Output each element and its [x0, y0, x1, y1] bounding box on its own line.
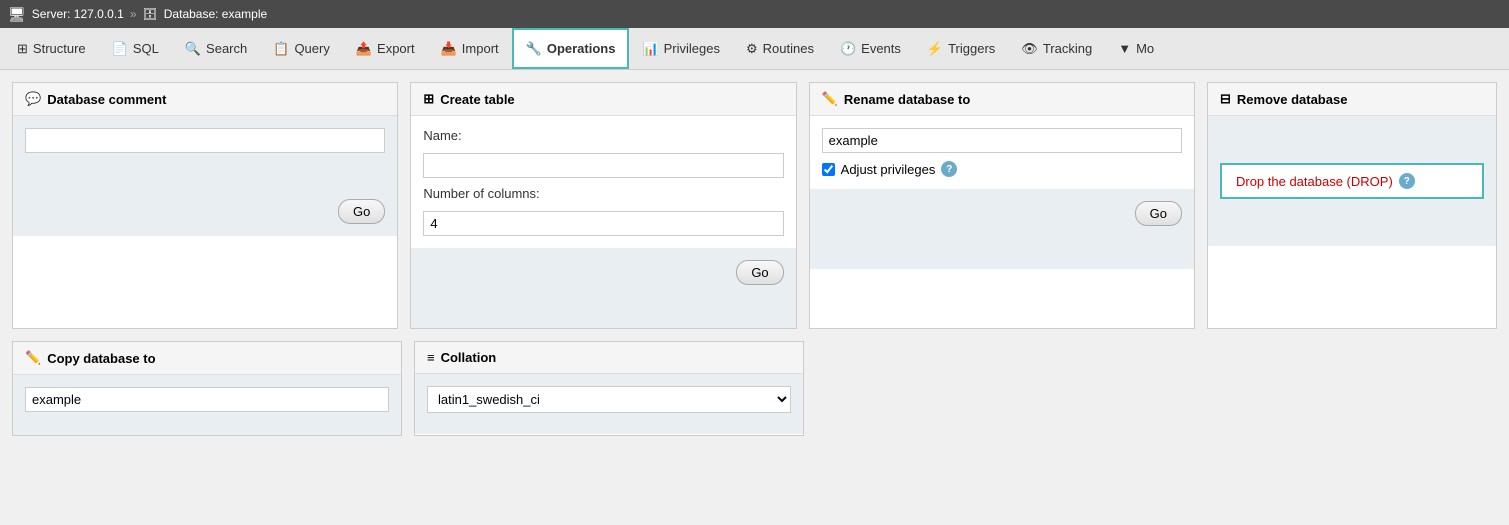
query-icon: 📋	[273, 41, 289, 57]
copy-icon: ✏️	[25, 350, 41, 366]
remove-icon: ⊟	[1220, 91, 1231, 107]
collation-title: Collation	[441, 350, 497, 365]
name-label: Name:	[423, 128, 783, 143]
triggers-icon: ⚡	[927, 41, 943, 57]
rename-database-title: Rename database to	[844, 92, 970, 107]
more-icon: ▼	[1118, 41, 1131, 56]
top-row: 💬 Database comment Go ⊞ Create table Nam…	[12, 82, 1497, 329]
nav-item-export[interactable]: 📤 Export	[343, 28, 428, 69]
bottom-row: ✏️ Copy database to ≡ Collation latin1_s…	[12, 341, 1497, 436]
remove-database-title: Remove database	[1237, 92, 1348, 107]
columns-label: Number of columns:	[423, 186, 783, 201]
copy-database-panel: ✏️ Copy database to	[12, 341, 402, 436]
create-table-title: Create table	[440, 92, 514, 107]
nav-label-events: Events	[861, 41, 901, 56]
database-comment-body: Go	[13, 116, 397, 236]
remove-database-panel: ⊟ Remove database Drop the database (DRO…	[1207, 82, 1497, 329]
rename-database-panel: ✏️ Rename database to Adjust privileges …	[809, 82, 1195, 329]
create-table-go-button[interactable]: Go	[736, 260, 783, 285]
create-table-form: Name: Number of columns:	[411, 116, 795, 248]
collation-header: ≡ Collation	[415, 342, 803, 374]
nav-item-events[interactable]: 🕐 Events	[827, 28, 914, 69]
nav-label-sql: SQL	[133, 41, 159, 56]
rename-database-form: Adjust privileges ?	[810, 116, 1194, 189]
structure-icon: ⊞	[17, 41, 28, 57]
collation-select[interactable]: latin1_swedish_ci utf8_general_ci utf8mb…	[427, 386, 791, 413]
nav-label-privileges: Privileges	[664, 41, 720, 56]
server-icon: 🖥	[8, 6, 26, 23]
comment-icon: 💬	[25, 91, 41, 107]
database-comment-title: Database comment	[47, 92, 166, 107]
privileges-icon: 📊	[642, 41, 658, 57]
drop-database-button[interactable]: Drop the database (DROP) ?	[1220, 163, 1484, 199]
titlebar: 🖥 Server: 127.0.0.1 » 🗄 Database: exampl…	[0, 0, 1509, 28]
create-table-panel: ⊞ Create table Name: Number of columns: …	[410, 82, 796, 329]
nav-label-query: Query	[294, 41, 329, 56]
adjust-privileges-row: Adjust privileges ?	[822, 161, 1182, 177]
operations-icon: 🔧	[526, 41, 542, 57]
nav-label-export: Export	[377, 41, 415, 56]
rename-database-input[interactable]	[822, 128, 1182, 153]
adjust-privileges-help-icon[interactable]: ?	[941, 161, 957, 177]
nav-item-query[interactable]: 📋 Query	[260, 28, 343, 69]
nav-label-structure: Structure	[33, 41, 86, 56]
create-table-icon: ⊞	[423, 91, 434, 107]
nav-label-triggers: Triggers	[948, 41, 995, 56]
drop-label: Drop the database (DROP)	[1236, 174, 1393, 189]
database-label: Database: example	[164, 7, 267, 21]
routines-icon: ⚙	[746, 41, 758, 57]
nav-item-tracking[interactable]: 👁 Tracking	[1008, 28, 1105, 69]
collation-panel: ≡ Collation latin1_swedish_ci utf8_gener…	[414, 341, 804, 436]
collation-body: latin1_swedish_ci utf8_general_ci utf8mb…	[415, 374, 803, 434]
nav-label-more: Mo	[1136, 41, 1154, 56]
sql-icon: 📄	[112, 41, 128, 57]
navbar: ⊞ Structure 📄 SQL 🔍 Search 📋 Query 📤 Exp…	[0, 28, 1509, 70]
nav-item-structure[interactable]: ⊞ Structure	[4, 28, 99, 69]
create-table-name-input[interactable]	[423, 153, 783, 178]
nav-item-sql[interactable]: 📄 SQL	[99, 28, 172, 69]
rename-database-footer: Go	[810, 189, 1194, 269]
copy-database-input[interactable]	[25, 387, 389, 412]
nav-label-operations: Operations	[547, 41, 616, 56]
nav-item-more[interactable]: ▼ Mo	[1105, 28, 1167, 69]
nav-item-import[interactable]: 📥 Import	[428, 28, 512, 69]
remove-database-header: ⊟ Remove database	[1208, 83, 1496, 116]
create-table-footer: Go	[411, 248, 795, 328]
main-content: 💬 Database comment Go ⊞ Create table Nam…	[0, 70, 1509, 448]
tracking-icon: 👁	[1021, 41, 1038, 57]
nav-item-routines[interactable]: ⚙ Routines	[733, 28, 827, 69]
server-label: Server: 127.0.0.1	[32, 7, 124, 21]
nav-label-tracking: Tracking	[1043, 41, 1092, 56]
database-comment-go-button[interactable]: Go	[338, 199, 385, 224]
collation-icon: ≡	[427, 350, 435, 365]
adjust-privileges-checkbox[interactable]	[822, 163, 835, 176]
breadcrumb-arrow: »	[130, 7, 137, 21]
nav-label-import: Import	[462, 41, 499, 56]
nav-label-routines: Routines	[763, 41, 814, 56]
nav-item-search[interactable]: 🔍 Search	[172, 28, 260, 69]
database-comment-header: 💬 Database comment	[13, 83, 397, 116]
create-table-header: ⊞ Create table	[411, 83, 795, 116]
copy-database-body	[13, 375, 401, 435]
export-icon: 📤	[356, 41, 372, 57]
database-comment-panel: 💬 Database comment Go	[12, 82, 398, 329]
copy-database-header: ✏️ Copy database to	[13, 342, 401, 375]
drop-info-icon[interactable]: ?	[1399, 173, 1415, 189]
nav-item-operations[interactable]: 🔧 Operations	[512, 28, 630, 69]
rename-database-header: ✏️ Rename database to	[810, 83, 1194, 116]
search-icon: 🔍	[185, 41, 201, 57]
database-comment-input[interactable]	[25, 128, 385, 153]
rename-icon: ✏️	[822, 91, 838, 107]
nav-item-privileges[interactable]: 📊 Privileges	[629, 28, 733, 69]
adjust-privileges-label: Adjust privileges	[841, 162, 936, 177]
nav-label-search: Search	[206, 41, 247, 56]
copy-database-title: Copy database to	[47, 351, 155, 366]
import-icon: 📥	[441, 41, 457, 57]
create-table-columns-input[interactable]	[423, 211, 783, 236]
nav-item-triggers[interactable]: ⚡ Triggers	[914, 28, 1008, 69]
rename-database-go-button[interactable]: Go	[1135, 201, 1182, 226]
remove-database-body: Drop the database (DROP) ?	[1208, 116, 1496, 246]
database-icon: 🗄	[143, 7, 158, 21]
events-icon: 🕐	[840, 41, 856, 57]
